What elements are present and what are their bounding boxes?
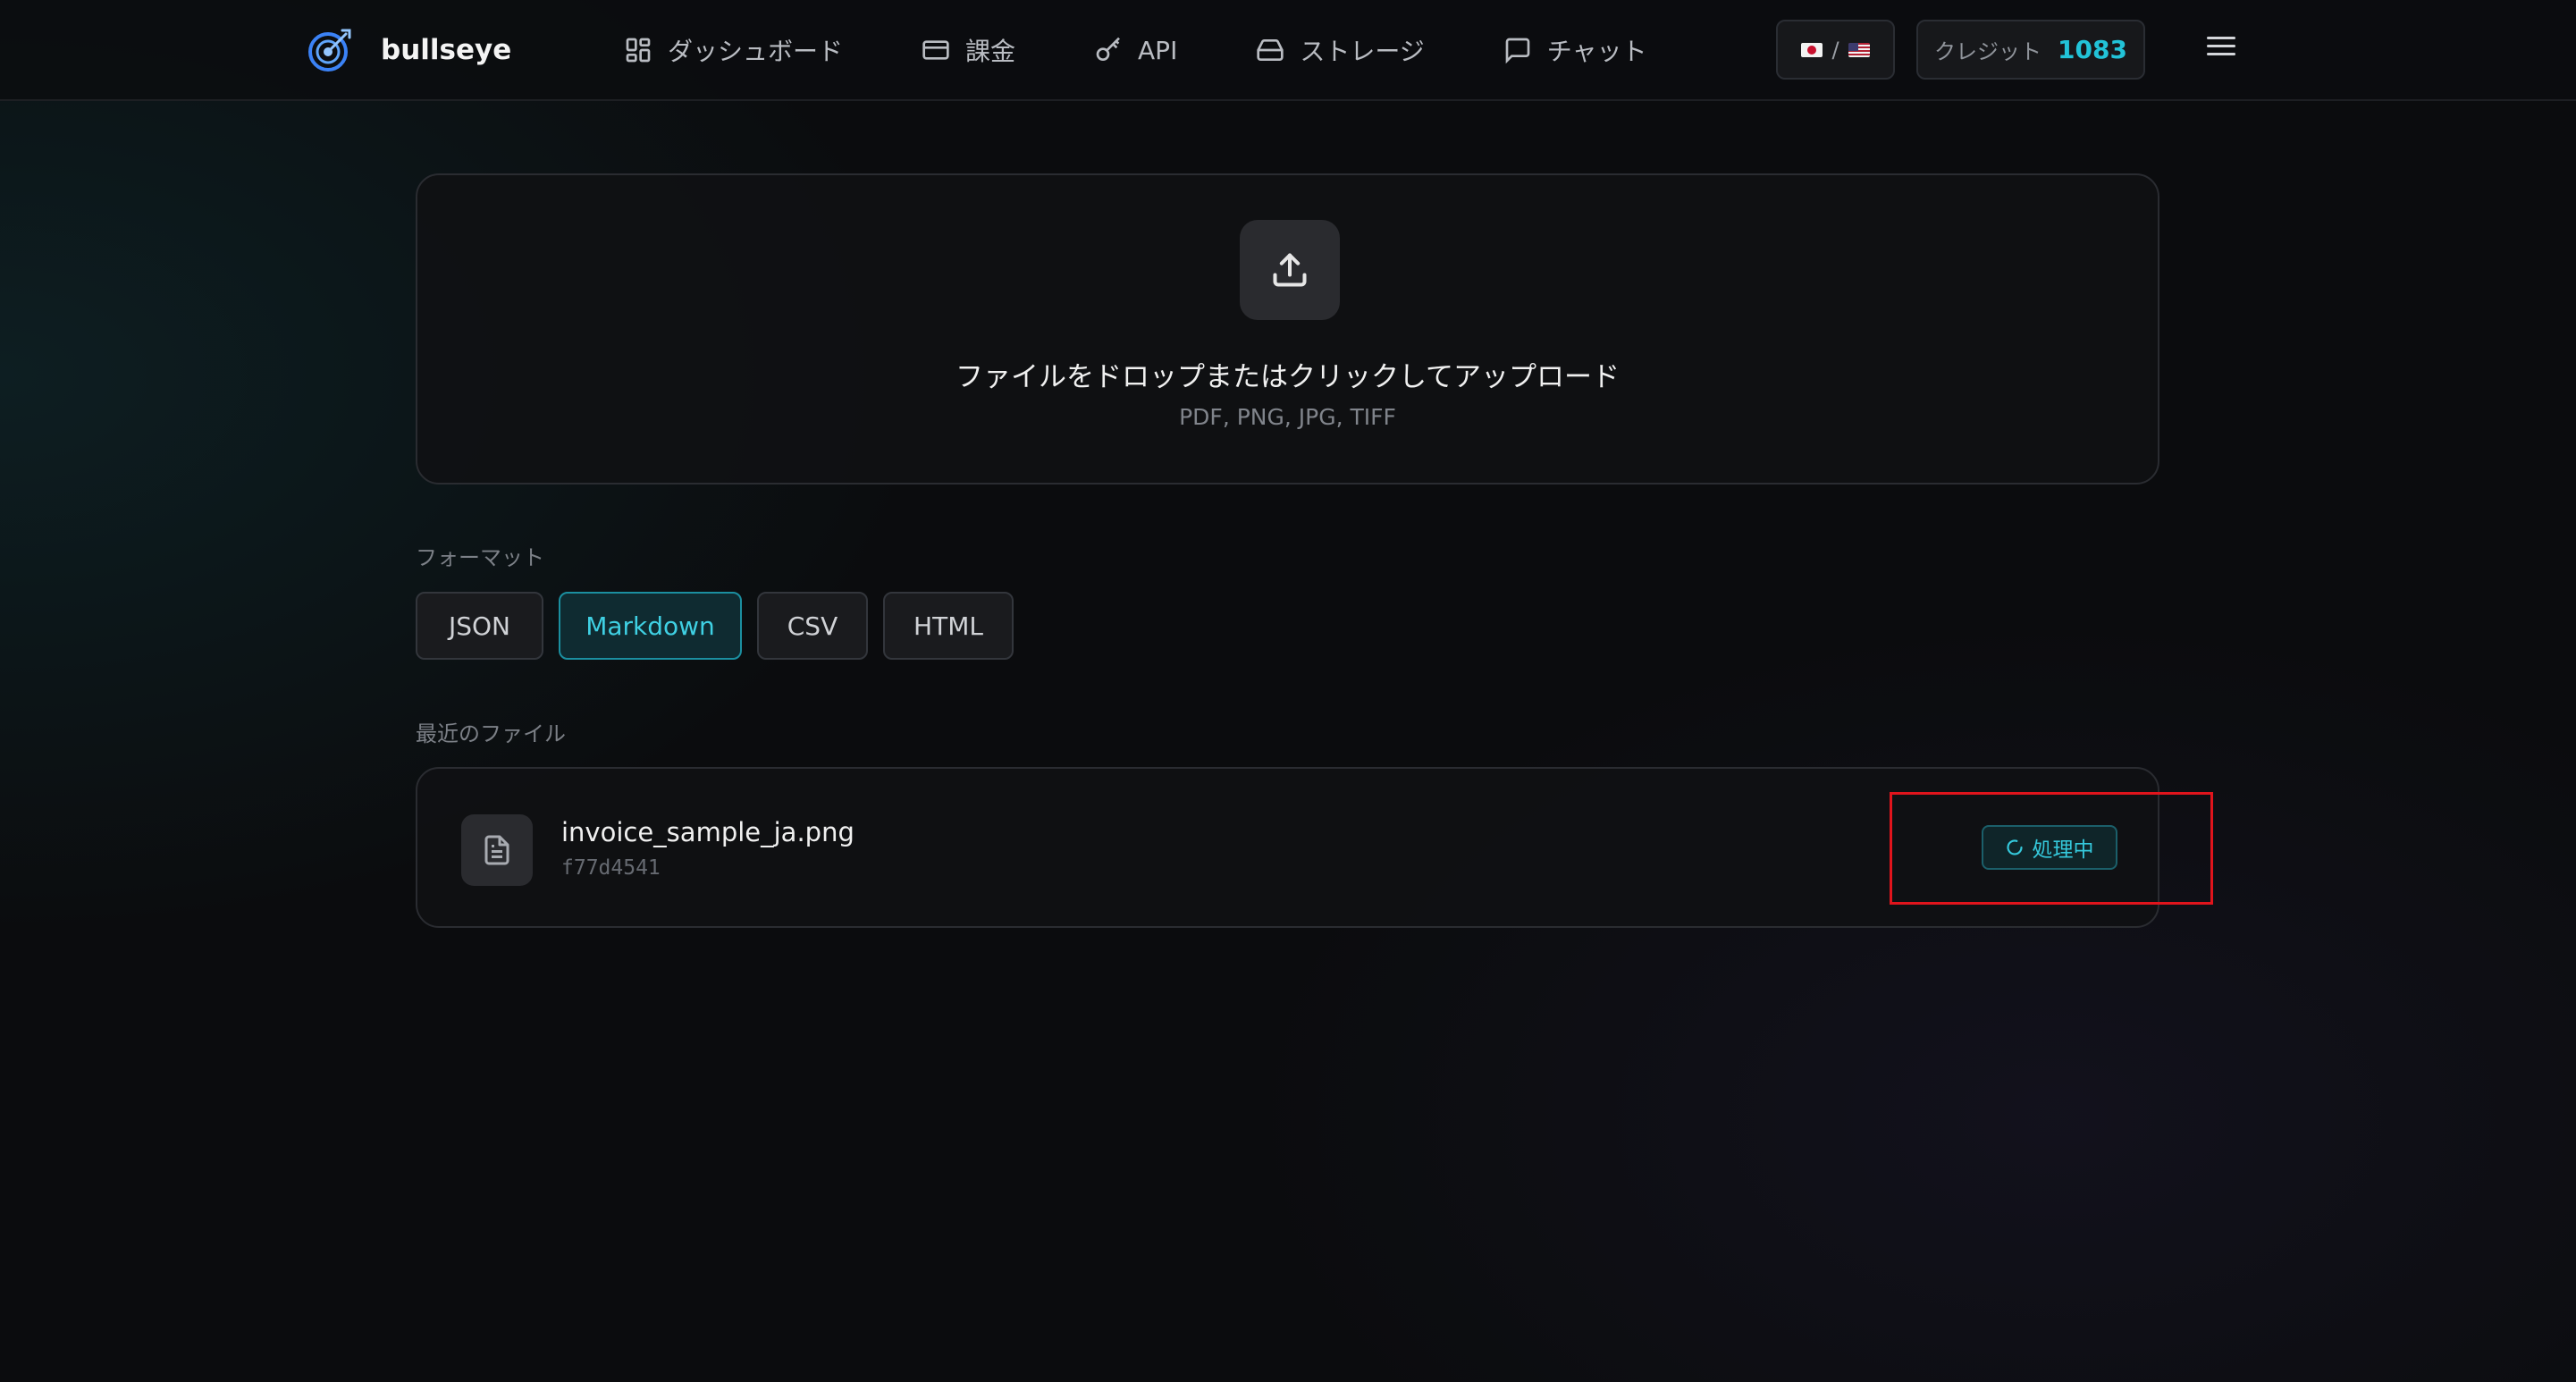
format-selector: JSON Markdown CSV HTML [416, 592, 1029, 660]
nav-item-dashboard[interactable]: ダッシュボード [624, 26, 843, 74]
format-button-markdown[interactable]: Markdown [559, 592, 742, 660]
nav-item-label: ストレージ [1300, 37, 1425, 66]
page: bullseye ダッシュボード 課金 API ストレージ チャット / クレジ… [0, 0, 2576, 1382]
document-icon [484, 835, 509, 865]
file-icon-box [461, 814, 533, 886]
nav-item-label: API [1138, 35, 1178, 65]
format-section-label: フォーマット [416, 545, 544, 570]
storage-icon [1257, 39, 1284, 61]
dashboard-icon [626, 38, 651, 63]
spinner-icon [2006, 839, 2023, 855]
hamburger-menu-button[interactable] [2204, 32, 2238, 66]
status-text: 処理中 [2032, 838, 2094, 862]
chat-icon [1505, 38, 1530, 64]
language-separator: / [1831, 37, 1839, 63]
upload-icon-box [1240, 220, 1340, 320]
main-nav: ダッシュボード 課金 API ストレージ チャット [624, 26, 1647, 74]
nav-item-label: 課金 [965, 37, 1016, 66]
file-name: invoice_sample_ja.png [561, 817, 854, 847]
menu-icon-line [2207, 37, 2235, 39]
file-id: f77d4541 [561, 856, 661, 880]
brand-name: bullseye [381, 34, 512, 66]
upload-supported-formats: PDF, PNG, JPG, TIFF [1179, 404, 1396, 430]
file-row[interactable]: invoice_sample_ja.png f77d4541 処理中 [416, 767, 2159, 928]
menu-icon-line [2207, 53, 2235, 55]
credits-display: クレジット 1083 [1916, 20, 2145, 80]
bullseye-logo-icon [308, 29, 351, 72]
menu-icon-line [2207, 45, 2235, 47]
top-bar: bullseye ダッシュボード 課金 API ストレージ チャット / クレジ… [0, 0, 2576, 101]
nav-item-billing[interactable]: 課金 [922, 26, 1015, 74]
recent-files-label: 最近のファイル [416, 721, 566, 746]
upload-dropzone[interactable]: ファイルをドロップまたはクリックしてアップロード PDF, PNG, JPG, … [416, 173, 2159, 485]
nav-item-chat[interactable]: チャット [1503, 26, 1647, 74]
nav-item-api[interactable]: API [1094, 26, 1177, 74]
key-icon [1096, 37, 1120, 61]
us-flag-icon[interactable] [1848, 42, 1870, 57]
format-button-csv[interactable]: CSV [757, 592, 868, 660]
nav-item-label: ダッシュボード [668, 37, 844, 66]
format-button-json[interactable]: JSON [416, 592, 543, 660]
language-switcher[interactable]: / [1776, 20, 1895, 80]
brand[interactable]: bullseye [307, 26, 511, 74]
format-button-html[interactable]: HTML [883, 592, 1014, 660]
credits-label: クレジット [1934, 39, 2042, 64]
credit-card-icon [922, 40, 949, 60]
japan-flag-icon[interactable] [1801, 42, 1823, 57]
credits-value: 1083 [2058, 35, 2127, 64]
nav-item-label: チャット [1546, 37, 1647, 66]
status-badge: 処理中 [1982, 825, 2117, 870]
upload-title: ファイルをドロップまたはクリックしてアップロード [955, 361, 1621, 393]
upload-icon [1273, 253, 1307, 287]
nav-item-storage[interactable]: ストレージ [1256, 26, 1425, 74]
